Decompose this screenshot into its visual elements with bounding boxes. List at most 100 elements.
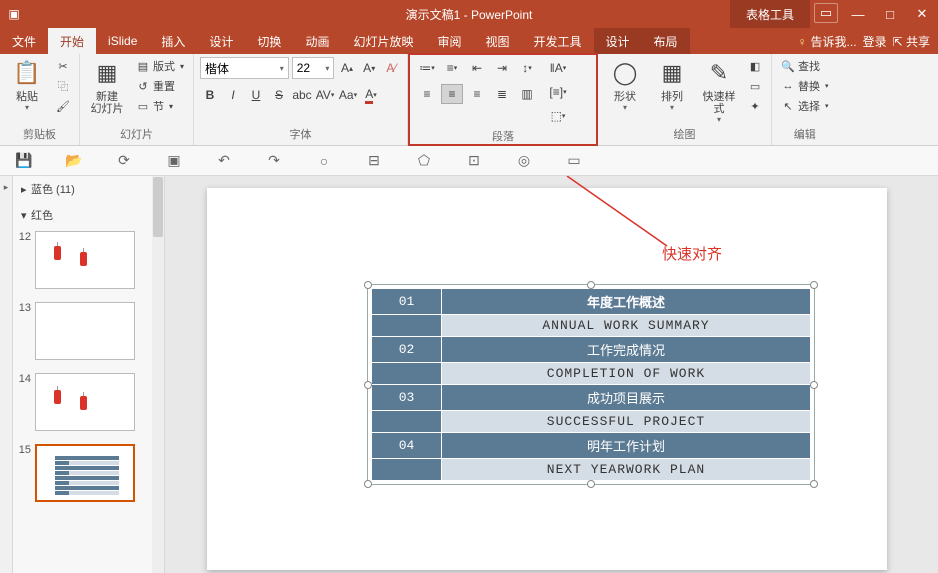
- group-font: 楷体▾ 22▾ A▴ A▾ A⁄ B I U S abc AV▾ Aa▾ A▾ …: [194, 54, 408, 145]
- thumbnail-button[interactable]: ▣: [164, 151, 184, 171]
- resize-handle[interactable]: [587, 480, 595, 488]
- format-painter-button[interactable]: 🖌: [53, 97, 73, 115]
- content-table[interactable]: 01年度工作概述 ANNUAL WORK SUMMARY 02工作完成情况 CO…: [371, 288, 811, 481]
- slide-nav-pane[interactable]: ▸蓝色 (11) ▾红色 12 13 14 15: [13, 176, 165, 573]
- smartart-button[interactable]: ⬚▾: [547, 106, 569, 126]
- search-icon: 🔍: [781, 60, 795, 73]
- thumbnail: [35, 373, 135, 431]
- increase-font-button[interactable]: A▴: [337, 58, 356, 78]
- tab-home[interactable]: 开始: [48, 28, 96, 54]
- text-direction-button[interactable]: ‖A▾: [547, 58, 569, 78]
- resize-handle[interactable]: [364, 281, 372, 289]
- align-center-button[interactable]: ≡: [441, 84, 463, 104]
- slide-canvas[interactable]: 系统之家www.xi tongzhi jia.com 快速对齐: [165, 176, 938, 573]
- replace-button[interactable]: ↔替换▾: [778, 77, 832, 95]
- layout-button[interactable]: ▤版式▾: [133, 57, 187, 75]
- nav-scrollbar[interactable]: [152, 176, 164, 573]
- open-button[interactable]: 📂: [64, 151, 84, 171]
- section-icon: ▭: [136, 100, 150, 113]
- paste-button[interactable]: 📋 粘贴 ▾: [6, 57, 48, 112]
- tab-file[interactable]: 文件: [0, 28, 48, 54]
- ribbon-options-icon[interactable]: ▭: [814, 3, 838, 23]
- align-tool-button[interactable]: ⊟: [364, 151, 384, 171]
- align-text-button[interactable]: [≡]▾: [547, 82, 569, 102]
- underline-button[interactable]: U: [246, 85, 266, 105]
- tab-design[interactable]: 设计: [197, 28, 245, 54]
- undo-button[interactable]: ↶: [214, 151, 234, 171]
- select-button[interactable]: ↖选择▾: [778, 97, 832, 115]
- quick-styles-button[interactable]: ✎快速样式▾: [698, 57, 740, 124]
- tab-table-design[interactable]: 设计: [594, 28, 642, 54]
- justify-button[interactable]: ≣: [491, 84, 513, 104]
- arrange-button[interactable]: ▦排列▾: [651, 57, 693, 112]
- resize-handle[interactable]: [364, 381, 372, 389]
- rotate-button[interactable]: ○: [314, 151, 334, 171]
- circle-tool-button[interactable]: ◎: [514, 151, 534, 171]
- section-red[interactable]: ▾红色: [13, 202, 164, 228]
- copy-button[interactable]: ⿻: [53, 77, 73, 95]
- line-spacing-button[interactable]: ↕▾: [516, 58, 538, 78]
- group-tool-button[interactable]: ⊡: [464, 151, 484, 171]
- thumb-14[interactable]: 14: [13, 370, 164, 441]
- spacing-button[interactable]: AV▾: [315, 85, 335, 105]
- resize-handle[interactable]: [810, 381, 818, 389]
- resize-handle[interactable]: [810, 480, 818, 488]
- maximize-button[interactable]: □: [874, 0, 906, 28]
- align-left-button[interactable]: ≡: [416, 84, 438, 104]
- change-case-button[interactable]: Aa▾: [338, 85, 358, 105]
- resize-handle[interactable]: [587, 281, 595, 289]
- share-icon: ⇱: [893, 35, 903, 49]
- resize-handle[interactable]: [364, 480, 372, 488]
- reset-button[interactable]: ↺重置: [133, 77, 187, 95]
- login-button[interactable]: 登录: [863, 33, 887, 50]
- tab-transition[interactable]: 切换: [245, 28, 293, 54]
- align-right-button[interactable]: ≡: [466, 84, 488, 104]
- outline-strip[interactable]: ▸: [0, 176, 13, 573]
- bullets-button[interactable]: ≔▾: [416, 58, 438, 78]
- tell-me[interactable]: ♀告诉我...: [798, 33, 857, 50]
- italic-button[interactable]: I: [223, 85, 243, 105]
- font-color-button[interactable]: A▾: [361, 85, 381, 105]
- font-name-combo[interactable]: 楷体▾: [200, 57, 289, 79]
- shapes-button[interactable]: ◯形状▾: [604, 57, 646, 112]
- group-clipboard: 📋 粘贴 ▾ ✂ ⿻ 🖌 剪贴板: [0, 54, 80, 145]
- thumb-12[interactable]: 12: [13, 228, 164, 299]
- layout-tool-button[interactable]: ▭: [564, 151, 584, 171]
- tab-table-layout[interactable]: 布局: [642, 28, 690, 54]
- save-button[interactable]: 💾: [14, 151, 34, 171]
- tab-animation[interactable]: 动画: [293, 28, 341, 54]
- increase-indent-button[interactable]: ⇥: [491, 58, 513, 78]
- refresh-button[interactable]: ⟳: [114, 151, 134, 171]
- tab-developer[interactable]: 开发工具: [522, 28, 594, 54]
- clear-format-button[interactable]: A⁄: [382, 58, 401, 78]
- tab-slideshow[interactable]: 幻灯片放映: [341, 28, 425, 54]
- thumb-15[interactable]: 15: [13, 441, 164, 512]
- resize-handle[interactable]: [810, 281, 818, 289]
- tab-insert[interactable]: 插入: [149, 28, 197, 54]
- new-slide-button[interactable]: ▦ 新建 幻灯片: [86, 57, 128, 115]
- cut-button[interactable]: ✂: [53, 57, 73, 75]
- bold-button[interactable]: B: [200, 85, 220, 105]
- tab-review[interactable]: 审阅: [425, 28, 473, 54]
- shape-outline-button[interactable]: ▭: [745, 77, 765, 95]
- section-button[interactable]: ▭节▾: [133, 97, 187, 115]
- strike-button[interactable]: S: [269, 85, 289, 105]
- decrease-font-button[interactable]: A▾: [360, 58, 379, 78]
- tab-view[interactable]: 视图: [473, 28, 521, 54]
- redo-button[interactable]: ↷: [264, 151, 284, 171]
- section-blue[interactable]: ▸蓝色 (11): [13, 176, 164, 202]
- shape-tool-button[interactable]: ⬠: [414, 151, 434, 171]
- find-button[interactable]: 🔍查找: [778, 57, 832, 75]
- minimize-button[interactable]: ―: [842, 0, 874, 28]
- decrease-indent-button[interactable]: ⇤: [466, 58, 488, 78]
- numbering-button[interactable]: ≡▾: [441, 58, 463, 78]
- thumb-13[interactable]: 13: [13, 299, 164, 370]
- font-size-combo[interactable]: 22▾: [292, 57, 335, 79]
- share-button[interactable]: ⇱ 共享: [893, 33, 930, 50]
- tab-islide[interactable]: iSlide: [96, 28, 149, 54]
- shadow-button[interactable]: abc: [292, 85, 312, 105]
- shape-effects-button[interactable]: ✦: [745, 97, 765, 115]
- shape-fill-button[interactable]: ◧: [745, 57, 765, 75]
- columns-button[interactable]: ▥: [516, 84, 538, 104]
- close-button[interactable]: ✕: [906, 0, 938, 28]
